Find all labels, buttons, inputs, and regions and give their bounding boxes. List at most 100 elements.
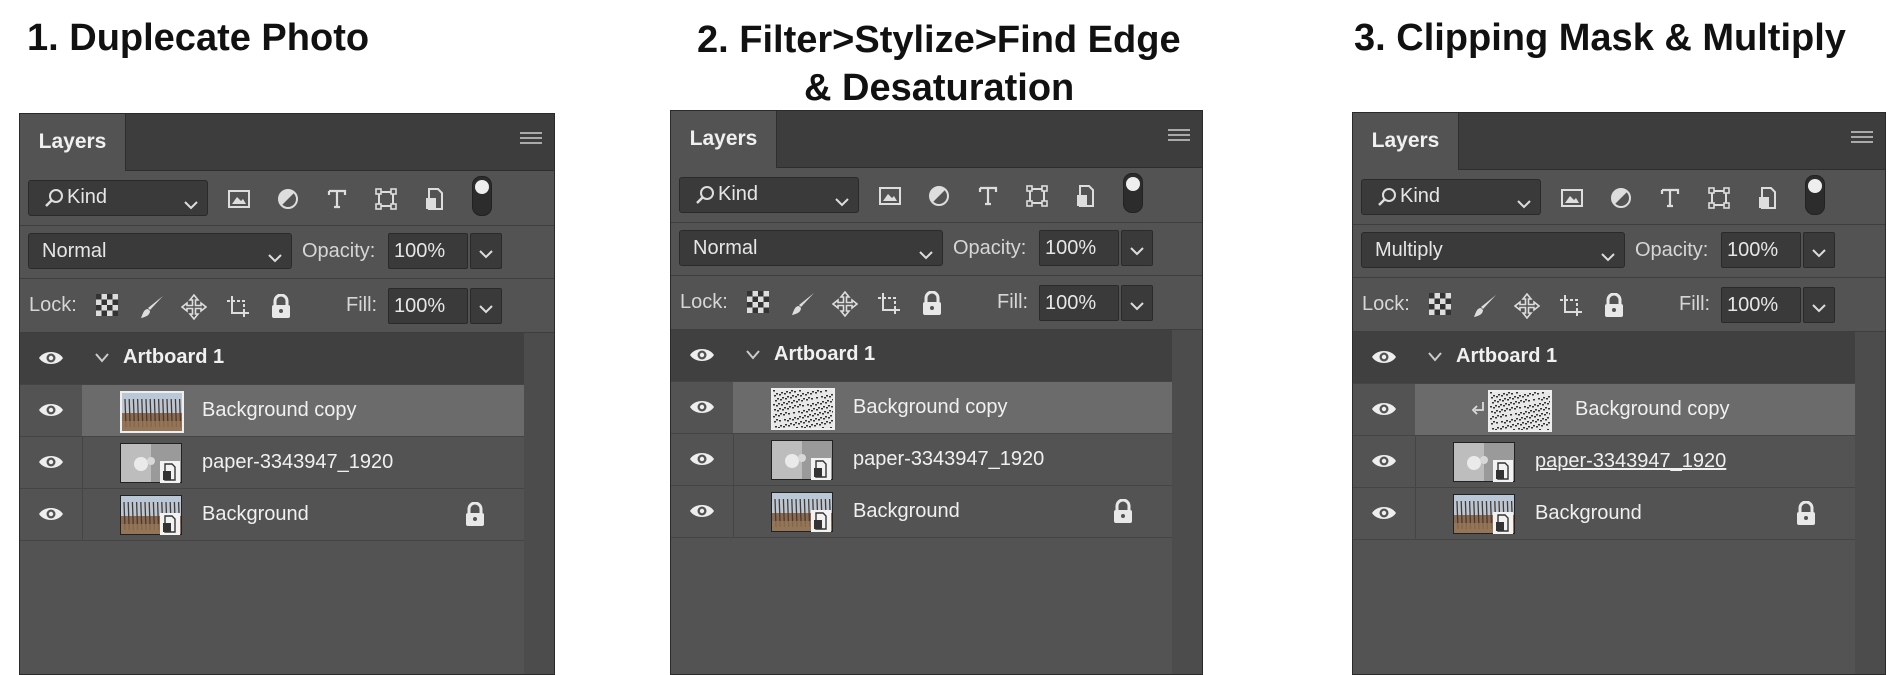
eye-icon[interactable] bbox=[38, 505, 64, 528]
eye-icon[interactable] bbox=[38, 401, 64, 424]
padlock-icon[interactable] bbox=[464, 501, 486, 526]
panel-menu-icon[interactable] bbox=[1168, 129, 1190, 145]
panel-menu-icon[interactable] bbox=[1851, 131, 1873, 147]
smart-object-filter-icon[interactable] bbox=[423, 187, 447, 211]
tab-layers[interactable]: Layers bbox=[20, 114, 126, 171]
layer-row[interactable]: paper-3343947_1920 bbox=[1353, 436, 1855, 488]
smart-object-filter-icon[interactable] bbox=[1756, 186, 1780, 210]
tab-layers[interactable]: Layers bbox=[1353, 113, 1459, 170]
padlock-icon[interactable] bbox=[1795, 500, 1817, 525]
scrollbar[interactable] bbox=[524, 333, 554, 674]
shape-filter-icon[interactable] bbox=[374, 187, 398, 211]
brush-icon[interactable] bbox=[1472, 293, 1496, 317]
eye-icon[interactable] bbox=[1371, 452, 1397, 475]
chevron-down-icon[interactable] bbox=[745, 348, 761, 366]
filter-kind-select[interactable]: Kind bbox=[679, 177, 859, 213]
image-filter-icon[interactable] bbox=[878, 184, 902, 208]
artboard-icon[interactable] bbox=[876, 291, 900, 315]
opacity-dropdown[interactable] bbox=[1803, 232, 1835, 268]
fill-dropdown[interactable] bbox=[1121, 285, 1153, 321]
type-filter-icon[interactable] bbox=[325, 187, 349, 211]
padlock-icon[interactable] bbox=[921, 290, 945, 315]
eye-icon[interactable] bbox=[38, 349, 64, 372]
eye-icon[interactable] bbox=[1371, 504, 1397, 527]
layer-row[interactable]: Background copy bbox=[671, 382, 1172, 434]
filter-kind-select[interactable]: Kind bbox=[28, 180, 208, 216]
opacity-field[interactable]: 100% bbox=[388, 233, 468, 269]
layer-group-artboard[interactable]: Artboard 1 bbox=[671, 330, 1172, 382]
shape-filter-icon[interactable] bbox=[1025, 184, 1049, 208]
padlock-icon[interactable] bbox=[1112, 498, 1134, 523]
smart-object-filter-icon[interactable] bbox=[1074, 184, 1098, 208]
opacity-dropdown[interactable] bbox=[1121, 230, 1153, 266]
visibility-toggle[interactable] bbox=[20, 437, 83, 488]
opacity-field[interactable]: 100% bbox=[1721, 232, 1801, 268]
layer-row[interactable]: Background bbox=[671, 486, 1172, 538]
visibility-toggle[interactable] bbox=[1353, 488, 1416, 539]
artboard-icon[interactable] bbox=[1558, 293, 1582, 317]
opacity-field[interactable]: 100% bbox=[1039, 230, 1119, 266]
brush-icon[interactable] bbox=[790, 291, 814, 315]
visibility-toggle[interactable] bbox=[20, 385, 83, 436]
adjustment-filter-icon[interactable] bbox=[1609, 186, 1633, 210]
type-filter-icon[interactable] bbox=[976, 184, 1000, 208]
visibility-toggle[interactable] bbox=[1353, 384, 1416, 435]
lock-transparent-icon[interactable] bbox=[96, 294, 120, 318]
type-filter-icon[interactable] bbox=[1658, 186, 1682, 210]
image-filter-icon[interactable] bbox=[1560, 186, 1584, 210]
visibility-toggle[interactable] bbox=[1353, 332, 1415, 383]
layer-row[interactable]: Background copy bbox=[20, 385, 524, 437]
artboard-icon[interactable] bbox=[225, 294, 249, 318]
scrollbar[interactable] bbox=[1172, 330, 1202, 674]
visibility-toggle[interactable] bbox=[671, 382, 734, 433]
filter-toggle[interactable] bbox=[1123, 173, 1143, 213]
fill-field[interactable]: 100% bbox=[388, 288, 468, 324]
eye-icon[interactable] bbox=[689, 502, 715, 525]
panel-menu-icon[interactable] bbox=[520, 132, 542, 148]
eye-icon[interactable] bbox=[1371, 400, 1397, 423]
eye-icon[interactable] bbox=[689, 398, 715, 421]
visibility-toggle[interactable] bbox=[671, 330, 733, 381]
brush-icon[interactable] bbox=[139, 294, 163, 318]
fill-dropdown[interactable] bbox=[470, 288, 502, 324]
visibility-toggle[interactable] bbox=[20, 333, 82, 384]
scrollbar[interactable] bbox=[1855, 332, 1885, 674]
layer-row[interactable]: Background bbox=[20, 489, 524, 541]
chevron-down-icon[interactable] bbox=[1427, 350, 1443, 368]
lock-transparent-icon[interactable] bbox=[747, 291, 771, 315]
eye-icon[interactable] bbox=[1371, 348, 1397, 371]
layer-row[interactable]: Background bbox=[1353, 488, 1855, 540]
image-filter-icon[interactable] bbox=[227, 187, 251, 211]
filter-kind-select[interactable]: Kind bbox=[1361, 179, 1541, 215]
visibility-toggle[interactable] bbox=[671, 486, 734, 537]
padlock-icon[interactable] bbox=[270, 293, 294, 318]
shape-filter-icon[interactable] bbox=[1707, 186, 1731, 210]
blend-mode-select[interactable]: Multiply bbox=[1361, 232, 1625, 268]
adjustment-filter-icon[interactable] bbox=[276, 187, 300, 211]
move-icon[interactable] bbox=[831, 290, 859, 318]
blend-mode-select[interactable]: Normal bbox=[679, 230, 943, 266]
move-icon[interactable] bbox=[1513, 292, 1541, 320]
layer-row[interactable]: paper-3343947_1920 bbox=[671, 434, 1172, 486]
fill-field[interactable]: 100% bbox=[1039, 285, 1119, 321]
visibility-toggle[interactable] bbox=[20, 489, 83, 540]
layer-row[interactable]: paper-3343947_1920 bbox=[20, 437, 524, 489]
visibility-toggle[interactable] bbox=[1353, 436, 1416, 487]
visibility-toggle[interactable] bbox=[671, 434, 734, 485]
move-icon[interactable] bbox=[180, 293, 208, 321]
filter-toggle[interactable] bbox=[472, 176, 492, 216]
eye-icon[interactable] bbox=[689, 346, 715, 369]
layer-row[interactable]: Background copy bbox=[1353, 384, 1855, 436]
eye-icon[interactable] bbox=[689, 450, 715, 473]
fill-field[interactable]: 100% bbox=[1721, 287, 1801, 323]
chevron-down-icon[interactable] bbox=[94, 351, 110, 369]
fill-dropdown[interactable] bbox=[1803, 287, 1835, 323]
adjustment-filter-icon[interactable] bbox=[927, 184, 951, 208]
tab-layers[interactable]: Layers bbox=[671, 111, 777, 168]
eye-icon[interactable] bbox=[38, 453, 64, 476]
layer-group-artboard[interactable]: Artboard 1 bbox=[20, 333, 524, 385]
layer-group-artboard[interactable]: Artboard 1 bbox=[1353, 332, 1855, 384]
filter-toggle[interactable] bbox=[1805, 175, 1825, 215]
lock-transparent-icon[interactable] bbox=[1429, 293, 1453, 317]
padlock-icon[interactable] bbox=[1603, 292, 1627, 317]
